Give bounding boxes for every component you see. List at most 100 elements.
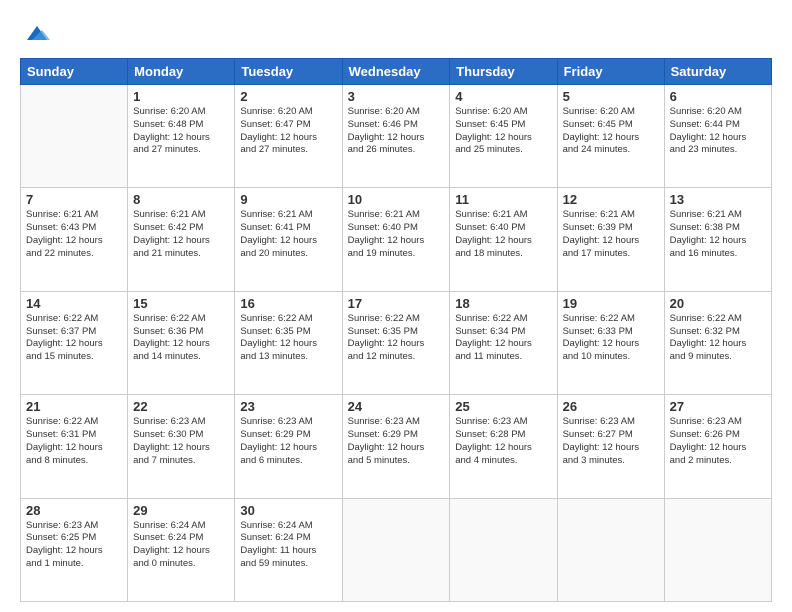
day-info: Sunrise: 6:20 AM Sunset: 6:44 PM Dayligh…: [670, 106, 766, 157]
day-number: 14: [26, 296, 122, 311]
week-row-2: 7 Sunrise: 6:21 AM Sunset: 6:43 PM Daylig…: [21, 188, 772, 291]
calendar-cell: 9 Sunrise: 6:21 AM Sunset: 6:41 PM Daylig…: [235, 188, 342, 291]
calendar-cell: 20 Sunrise: 6:22 AM Sunset: 6:32 PM Dayli…: [664, 291, 771, 394]
calendar-cell: 11 Sunrise: 6:21 AM Sunset: 6:40 PM Dayli…: [450, 188, 557, 291]
day-info: Sunrise: 6:20 AM Sunset: 6:48 PM Dayligh…: [133, 106, 229, 157]
day-number: 3: [348, 89, 445, 104]
day-info: Sunrise: 6:22 AM Sunset: 6:32 PM Dayligh…: [670, 313, 766, 364]
day-info: Sunrise: 6:22 AM Sunset: 6:37 PM Dayligh…: [26, 313, 122, 364]
day-info: Sunrise: 6:21 AM Sunset: 6:43 PM Dayligh…: [26, 209, 122, 260]
weekday-header-friday: Friday: [557, 59, 664, 85]
calendar-cell: 23 Sunrise: 6:23 AM Sunset: 6:29 PM Dayli…: [235, 395, 342, 498]
day-number: 28: [26, 503, 122, 518]
weekday-header-tuesday: Tuesday: [235, 59, 342, 85]
day-info: Sunrise: 6:21 AM Sunset: 6:40 PM Dayligh…: [455, 209, 551, 260]
day-number: 7: [26, 192, 122, 207]
weekday-header-wednesday: Wednesday: [342, 59, 450, 85]
day-number: 6: [670, 89, 766, 104]
day-number: 1: [133, 89, 229, 104]
calendar-cell: 10 Sunrise: 6:21 AM Sunset: 6:40 PM Dayli…: [342, 188, 450, 291]
day-info: Sunrise: 6:22 AM Sunset: 6:33 PM Dayligh…: [563, 313, 659, 364]
day-info: Sunrise: 6:22 AM Sunset: 6:34 PM Dayligh…: [455, 313, 551, 364]
day-info: Sunrise: 6:23 AM Sunset: 6:25 PM Dayligh…: [26, 520, 122, 571]
day-number: 23: [240, 399, 336, 414]
calendar-cell: 3 Sunrise: 6:20 AM Sunset: 6:46 PM Daylig…: [342, 85, 450, 188]
week-row-3: 14 Sunrise: 6:22 AM Sunset: 6:37 PM Dayli…: [21, 291, 772, 394]
calendar-cell: 27Sunrise: 6:23 AM Sunset: 6:26 PM Dayli…: [664, 395, 771, 498]
calendar-cell: [450, 498, 557, 601]
day-number: 22: [133, 399, 229, 414]
calendar-cell: 5 Sunrise: 6:20 AM Sunset: 6:45 PM Daylig…: [557, 85, 664, 188]
day-info: Sunrise: 6:21 AM Sunset: 6:42 PM Dayligh…: [133, 209, 229, 260]
day-number: 11: [455, 192, 551, 207]
day-info: Sunrise: 6:23 AM Sunset: 6:29 PM Dayligh…: [240, 416, 336, 467]
day-info: Sunrise: 6:22 AM Sunset: 6:35 PM Dayligh…: [348, 313, 445, 364]
weekday-header-row: SundayMondayTuesdayWednesdayThursdayFrid…: [21, 59, 772, 85]
day-number: 20: [670, 296, 766, 311]
day-number: 9: [240, 192, 336, 207]
calendar-cell: 6 Sunrise: 6:20 AM Sunset: 6:44 PM Daylig…: [664, 85, 771, 188]
weekday-header-monday: Monday: [128, 59, 235, 85]
calendar-cell: 2 Sunrise: 6:20 AM Sunset: 6:47 PM Daylig…: [235, 85, 342, 188]
calendar-cell: 18Sunrise: 6:22 AM Sunset: 6:34 PM Dayli…: [450, 291, 557, 394]
day-info: Sunrise: 6:20 AM Sunset: 6:47 PM Dayligh…: [240, 106, 336, 157]
calendar-cell: 22Sunrise: 6:23 AM Sunset: 6:30 PM Dayli…: [128, 395, 235, 498]
logo: [20, 18, 52, 48]
weekday-header-thursday: Thursday: [450, 59, 557, 85]
day-number: 17: [348, 296, 445, 311]
day-number: 13: [670, 192, 766, 207]
day-info: Sunrise: 6:23 AM Sunset: 6:28 PM Dayligh…: [455, 416, 551, 467]
calendar-cell: 1 Sunrise: 6:20 AM Sunset: 6:48 PM Daylig…: [128, 85, 235, 188]
day-info: Sunrise: 6:21 AM Sunset: 6:40 PM Dayligh…: [348, 209, 445, 260]
day-info: Sunrise: 6:21 AM Sunset: 6:38 PM Dayligh…: [670, 209, 766, 260]
day-number: 5: [563, 89, 659, 104]
day-number: 26: [563, 399, 659, 414]
week-row-4: 21 Sunrise: 6:22 AM Sunset: 6:31 PM Dayli…: [21, 395, 772, 498]
day-number: 19: [563, 296, 659, 311]
day-info: Sunrise: 6:21 AM Sunset: 6:41 PM Dayligh…: [240, 209, 336, 260]
calendar-cell: [21, 85, 128, 188]
day-number: 16: [240, 296, 336, 311]
day-info: Sunrise: 6:24 AM Sunset: 6:24 PM Dayligh…: [240, 520, 336, 571]
calendar-cell: 8Sunrise: 6:21 AM Sunset: 6:42 PM Daylig…: [128, 188, 235, 291]
logo-icon: [22, 18, 52, 48]
day-info: Sunrise: 6:22 AM Sunset: 6:31 PM Dayligh…: [26, 416, 122, 467]
day-info: Sunrise: 6:20 AM Sunset: 6:45 PM Dayligh…: [563, 106, 659, 157]
day-number: 29: [133, 503, 229, 518]
week-row-5: 28 Sunrise: 6:23 AM Sunset: 6:25 PM Dayli…: [21, 498, 772, 601]
day-number: 12: [563, 192, 659, 207]
calendar-cell: [664, 498, 771, 601]
calendar-cell: 24 Sunrise: 6:23 AM Sunset: 6:29 PM Dayli…: [342, 395, 450, 498]
page: SundayMondayTuesdayWednesdayThursdayFrid…: [0, 0, 792, 612]
calendar-cell: 12 Sunrise: 6:21 AM Sunset: 6:39 PM Dayli…: [557, 188, 664, 291]
day-info: Sunrise: 6:20 AM Sunset: 6:45 PM Dayligh…: [455, 106, 551, 157]
day-info: Sunrise: 6:21 AM Sunset: 6:39 PM Dayligh…: [563, 209, 659, 260]
calendar-cell: 30 Sunrise: 6:24 AM Sunset: 6:24 PM Dayli…: [235, 498, 342, 601]
calendar-cell: 25Sunrise: 6:23 AM Sunset: 6:28 PM Dayli…: [450, 395, 557, 498]
day-number: 4: [455, 89, 551, 104]
calendar-cell: 7 Sunrise: 6:21 AM Sunset: 6:43 PM Daylig…: [21, 188, 128, 291]
calendar-cell: 21 Sunrise: 6:22 AM Sunset: 6:31 PM Dayli…: [21, 395, 128, 498]
calendar-cell: 26 Sunrise: 6:23 AM Sunset: 6:27 PM Dayli…: [557, 395, 664, 498]
calendar-table: SundayMondayTuesdayWednesdayThursdayFrid…: [20, 58, 772, 602]
calendar-cell: 15Sunrise: 6:22 AM Sunset: 6:36 PM Dayli…: [128, 291, 235, 394]
calendar-cell: [557, 498, 664, 601]
day-number: 2: [240, 89, 336, 104]
day-info: Sunrise: 6:22 AM Sunset: 6:35 PM Dayligh…: [240, 313, 336, 364]
day-info: Sunrise: 6:23 AM Sunset: 6:29 PM Dayligh…: [348, 416, 445, 467]
day-number: 21: [26, 399, 122, 414]
calendar-cell: 13 Sunrise: 6:21 AM Sunset: 6:38 PM Dayli…: [664, 188, 771, 291]
calendar-cell: 4 Sunrise: 6:20 AM Sunset: 6:45 PM Daylig…: [450, 85, 557, 188]
day-info: Sunrise: 6:23 AM Sunset: 6:27 PM Dayligh…: [563, 416, 659, 467]
calendar-cell: 28 Sunrise: 6:23 AM Sunset: 6:25 PM Dayli…: [21, 498, 128, 601]
day-number: 10: [348, 192, 445, 207]
calendar-cell: 14 Sunrise: 6:22 AM Sunset: 6:37 PM Dayli…: [21, 291, 128, 394]
day-info: Sunrise: 6:24 AM Sunset: 6:24 PM Dayligh…: [133, 520, 229, 571]
calendar-cell: 29 Sunrise: 6:24 AM Sunset: 6:24 PM Dayli…: [128, 498, 235, 601]
day-info: Sunrise: 6:23 AM Sunset: 6:26 PM Dayligh…: [670, 416, 766, 467]
day-number: 24: [348, 399, 445, 414]
day-number: 30: [240, 503, 336, 518]
calendar-cell: 17 Sunrise: 6:22 AM Sunset: 6:35 PM Dayli…: [342, 291, 450, 394]
week-row-1: 1 Sunrise: 6:20 AM Sunset: 6:48 PM Daylig…: [21, 85, 772, 188]
day-info: Sunrise: 6:20 AM Sunset: 6:46 PM Dayligh…: [348, 106, 445, 157]
